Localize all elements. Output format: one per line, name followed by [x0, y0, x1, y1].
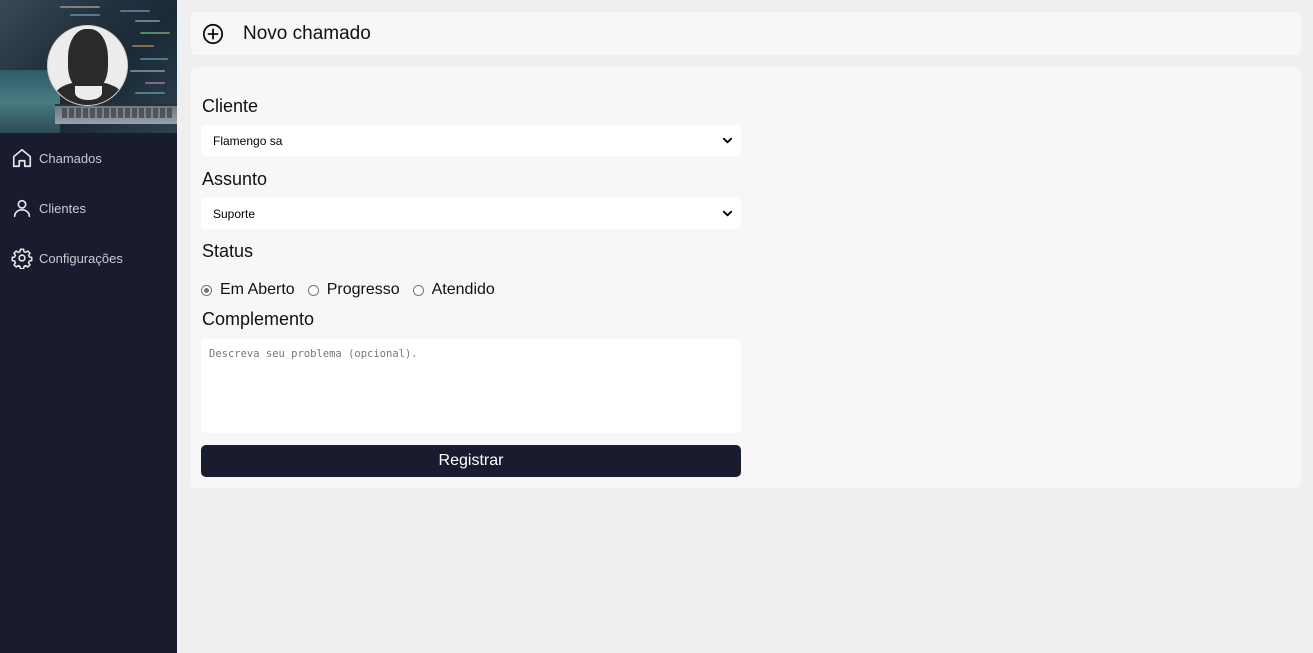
cliente-label: Cliente — [202, 96, 259, 116]
gear-icon — [11, 248, 33, 269]
sidebar-item-clientes[interactable]: Clientes — [0, 183, 177, 233]
status-option-em-aberto[interactable]: Em Aberto — [201, 281, 295, 299]
status-option-atendido[interactable]: Atendido — [412, 281, 495, 299]
cliente-select[interactable]: Flamengo sa — [201, 125, 741, 156]
sidebar-item-label: Configurações — [39, 250, 123, 266]
page-title-bar: Novo chamado — [191, 12, 1301, 55]
status-option-label: Atendido — [431, 281, 495, 298]
user-icon — [13, 199, 31, 218]
sidebar-banner-image — [0, 0, 177, 133]
assunto-select-value: Suporte — [213, 206, 256, 221]
cliente-select-value: Flamengo sa — [213, 133, 283, 148]
new-ticket-form: Cliente Flamengo sa Assunto Suporte Stat… — [191, 67, 1301, 488]
sidebar-item-chamados[interactable]: Chamados — [0, 133, 177, 183]
sidebar: Chamados Clientes Configurações — [0, 0, 177, 653]
home-icon — [12, 148, 32, 168]
status-label: Status — [202, 241, 254, 261]
radio-button[interactable] — [307, 284, 319, 296]
plus-circle-icon — [202, 23, 224, 44]
chevron-down-icon — [722, 210, 733, 217]
radio-button[interactable] — [412, 284, 424, 296]
assunto-select[interactable]: Suporte — [201, 198, 741, 229]
status-radio-group: Em Aberto Progresso Atendido — [201, 281, 508, 299]
status-option-label: Progresso — [326, 281, 400, 298]
chevron-down-icon — [722, 137, 733, 144]
sidebar-item-label: Clientes — [39, 200, 86, 216]
sidebar-item-configuracoes[interactable]: Configurações — [0, 233, 177, 283]
page-title: Novo chamado — [243, 22, 371, 44]
complemento-label: Complemento — [202, 309, 315, 329]
status-option-label: Em Aberto — [220, 281, 295, 298]
avatar — [47, 25, 128, 106]
sidebar-item-label: Chamados — [39, 150, 102, 166]
sidebar-nav: Chamados Clientes Configurações — [0, 133, 177, 283]
complemento-textarea[interactable]: Descreva seu problema (opcional). — [201, 339, 741, 433]
complemento-placeholder: Descreva seu problema (opcional). — [209, 348, 418, 360]
registrar-button[interactable]: Registrar — [201, 445, 741, 477]
status-option-progresso[interactable]: Progresso — [307, 281, 400, 299]
radio-button[interactable] — [201, 284, 212, 296]
assunto-label: Assunto — [202, 169, 268, 189]
